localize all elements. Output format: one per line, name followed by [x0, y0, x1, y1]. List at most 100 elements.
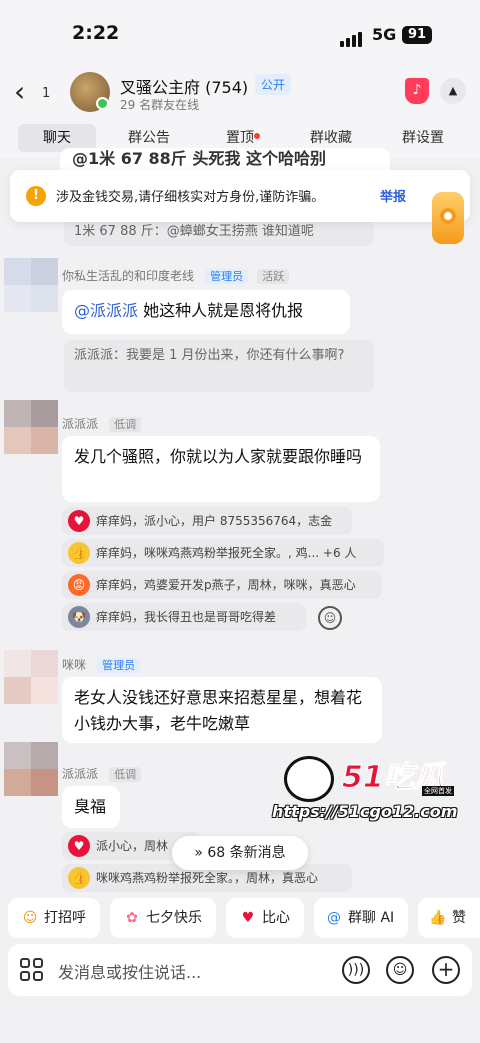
sender-name[interactable]: 你私生活乱的和印度老线: [62, 269, 194, 283]
quick-action-heart[interactable]: ♥ 比心: [226, 898, 304, 938]
reaction-row[interactable]: 🐶 痒痒妈，我长得丑也是哥哥吃得差: [62, 603, 306, 631]
watermark-logo: 51吃瓜 全网首发 https://51cgo12.com: [272, 748, 462, 828]
message-text: @1米 67 88斤 头死我 这个哈哈别: [72, 149, 326, 168]
quick-action-label: 七夕快乐: [146, 910, 202, 926]
sender-name[interactable]: 派派派: [62, 417, 98, 431]
emoji-icon[interactable]: ☺: [386, 956, 414, 984]
online-count: 29 名群友在线: [120, 98, 200, 112]
message-bubble[interactable]: 臭福: [62, 786, 120, 828]
quick-action-label: 群聊 AI: [348, 910, 395, 926]
thumbs-up-icon: 👍: [68, 867, 90, 889]
new-messages-label: 68 条新消息: [207, 845, 286, 861]
voice-icon[interactable]: ))): [342, 956, 370, 984]
message-text: 老女人没钱还好意思来招惹星星，想着花小钱办大事，老牛吃嫩草: [74, 688, 363, 733]
mention[interactable]: @派派派: [74, 301, 138, 320]
status-time: 2:22: [72, 22, 120, 44]
reaction-text: 咪咪鸡燕鸡粉举报死全家。，周林，真恶心: [96, 871, 319, 885]
tab-settings[interactable]: 群设置: [384, 124, 462, 152]
network-type: 5G: [372, 25, 397, 44]
message-bubble[interactable]: 发几个骚照，你就以为人家就要跟你睡吗: [62, 436, 380, 502]
tab-label-wrap: 置顶: [226, 130, 260, 146]
sender-row: 咪咪 管理员: [62, 654, 141, 673]
battery-indicator: 91: [402, 26, 432, 44]
avatar[interactable]: [4, 258, 58, 312]
angry-face-icon: 😡: [68, 574, 90, 596]
sender-row: 派派派 低调: [62, 413, 142, 432]
bird-icon: ✿: [126, 910, 138, 926]
quick-action-label: 打招呼: [44, 910, 86, 926]
unread-count: 1: [42, 86, 51, 101]
new-messages-button[interactable]: » 68 条新消息: [172, 836, 308, 870]
message-bubble[interactable]: 老女人没钱还好意思来招惹星星，想着花小钱办大事，老牛吃嫩草: [62, 677, 382, 743]
sender-name[interactable]: 咪咪: [62, 658, 86, 672]
quick-action-label: 比心: [262, 910, 290, 926]
active-tag: 活跃: [257, 269, 290, 284]
unread-dot: [254, 133, 260, 139]
avatar[interactable]: [4, 650, 58, 704]
thumbs-up-icon: 👍: [68, 542, 90, 564]
tab-label: 群设置: [402, 130, 444, 146]
signal-icon: [340, 28, 364, 47]
low-key-tag: 低调: [109, 767, 142, 782]
tab-label: 群公告: [128, 130, 170, 146]
message-bubble[interactable]: @派派派 她这种人就是恩将仇报: [62, 290, 350, 334]
thumbs-up-icon: 👍: [429, 910, 447, 926]
warning-icon: !: [26, 186, 46, 206]
tab-label: 群收藏: [310, 130, 352, 146]
collapse-up-icon[interactable]: ▲: [440, 78, 466, 104]
quick-action-like[interactable]: 👍 赞: [418, 898, 480, 938]
quick-action-label: 赞: [452, 910, 466, 926]
reaction-text: 痒痒妈，咪咪鸡燕鸡粉举报死全家。, 鸡... +6 人: [96, 546, 357, 560]
plus-icon[interactable]: +: [432, 956, 460, 984]
heart-hands-icon: ♥: [241, 910, 255, 926]
admin-tag: 管理员: [97, 658, 141, 673]
fraud-warning-banner: ! 涉及金钱交易,请仔细核实对方身份,谨防诈骗。 举报: [10, 170, 470, 222]
tab-label: 置顶: [226, 130, 254, 146]
group-name[interactable]: 叉骚公主府 (754): [120, 74, 248, 98]
public-badge: 公开: [255, 74, 292, 95]
report-link[interactable]: 举报: [380, 186, 406, 205]
dog-face-icon: 🐶: [68, 606, 90, 628]
watermark-url: https://51cgo12.com: [272, 802, 458, 821]
tab-label: 聊天: [43, 130, 71, 146]
quick-action-qixi[interactable]: ✿ 七夕快乐: [110, 898, 216, 938]
sender-row: 你私生活乱的和印度老线 管理员 活跃: [62, 265, 290, 284]
double-chevron-down-icon: »: [194, 845, 203, 861]
heart-icon: ♥: [68, 510, 90, 532]
quote-text: 1米 67 88 斤：@蟑螂女王捞燕 谁知道呢: [74, 224, 314, 239]
wave-face-icon: ☺: [22, 910, 38, 926]
heart-icon: ♥: [68, 835, 90, 857]
avatar[interactable]: [4, 742, 58, 796]
reaction-text: 痒痒妈，鸡婆爱开发p燕子，周林，咪咪，真恶心: [96, 578, 356, 592]
add-reaction-icon[interactable]: ☺: [318, 606, 342, 630]
admin-tag: 管理员: [205, 269, 249, 284]
message-text: 发几个骚照，你就以为人家就要跟你睡吗: [74, 447, 363, 466]
avatar[interactable]: [4, 400, 58, 454]
quoted-reply[interactable]: 派派派：我要是 1 月份出来，你还有什么事啊?: [64, 340, 374, 392]
reaction-text: 痒痒妈，我长得丑也是哥哥吃得差: [96, 610, 277, 624]
low-key-tag: 低调: [109, 417, 142, 432]
message-text: 臭福: [74, 797, 107, 816]
mascot-icon: [284, 756, 334, 802]
quote-text: 派派派：我要是 1 月份出来，你还有什么事啊?: [74, 348, 345, 363]
reaction-row[interactable]: 😡 痒痒妈，鸡婆爱开发p燕子，周林，咪咪，真恶心: [62, 571, 382, 599]
sender-name[interactable]: 派派派: [62, 767, 98, 781]
reaction-row[interactable]: ♥ 痒痒妈，派小心，用户 8755356764，志金: [62, 507, 352, 535]
online-status-icon: [96, 97, 109, 110]
quick-action-greet[interactable]: ☺ 打招呼: [8, 898, 100, 938]
message-text: 她这种人就是恩将仇报: [143, 301, 304, 320]
status-bar: 2:22 5G 91: [0, 0, 480, 66]
sender-row: 派派派 低调: [62, 763, 142, 782]
message-composer: 发消息或按住说话... ))) ☺ +: [8, 944, 472, 996]
back-icon[interactable]: ‹: [14, 78, 25, 106]
reaction-text: 痒痒妈，派小心，用户 8755356764，志金: [96, 514, 333, 528]
reaction-row[interactable]: 👍 痒痒妈，咪咪鸡燕鸡粉举报死全家。, 鸡... +6 人: [62, 539, 384, 567]
at-icon: @: [327, 910, 341, 926]
chat-header: ‹ 1 叉骚公主府 (754) 公开 29 名群友在线 ♪ ▲: [0, 66, 480, 120]
apps-grid-icon[interactable]: [20, 958, 44, 982]
quick-action-group-ai[interactable]: @ 群聊 AI: [314, 898, 408, 938]
tiktok-icon[interactable]: ♪: [405, 78, 429, 104]
floating-widget-icon[interactable]: [432, 192, 464, 244]
watermark-sub: 全网首发: [422, 786, 454, 796]
message-input[interactable]: 发消息或按住说话...: [58, 959, 201, 983]
